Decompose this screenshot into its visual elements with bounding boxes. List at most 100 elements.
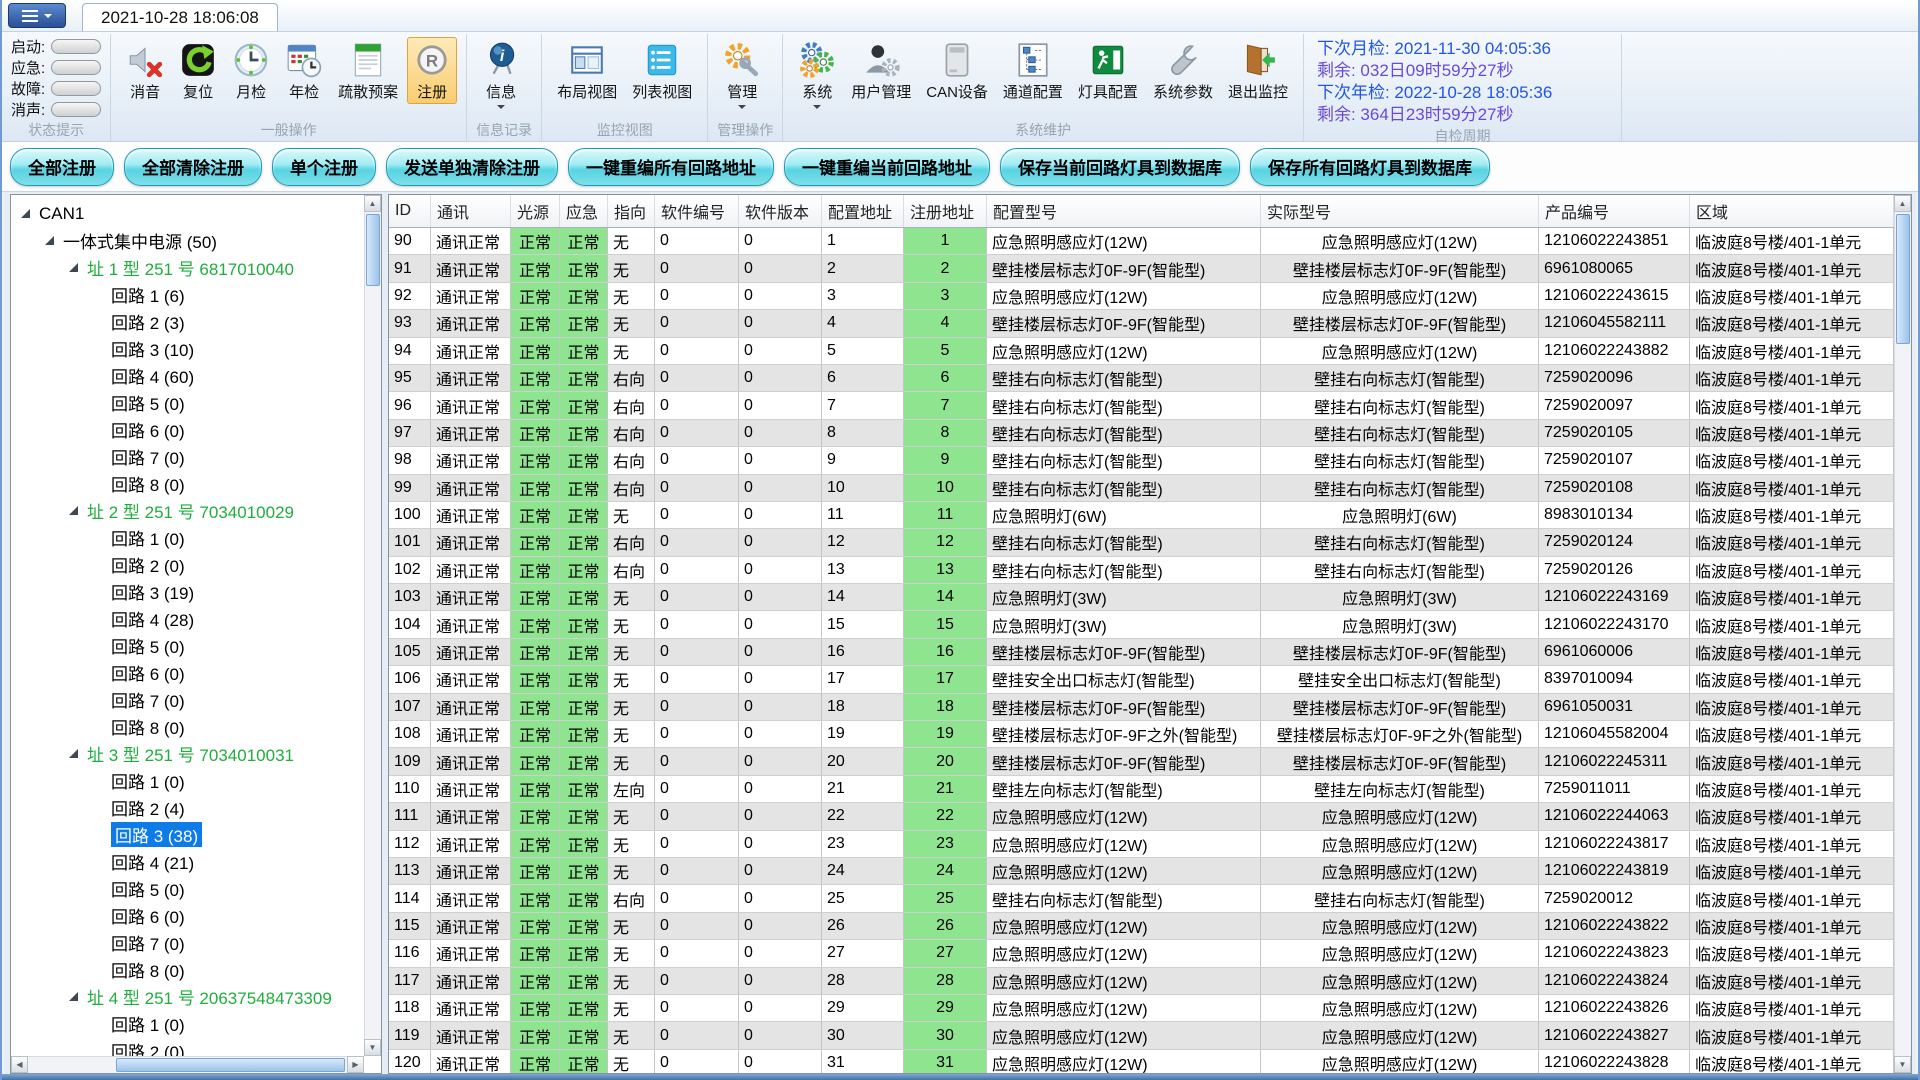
tree-node[interactable]: 回路 5 (0): [11, 389, 364, 416]
column-header-id[interactable]: ID: [389, 195, 431, 227]
table-row[interactable]: 92通讯正常正常正常无0033应急照明感应灯(12W)应急照明感应灯(12W)1…: [389, 283, 1894, 310]
table-row[interactable]: 115通讯正常正常正常无002626应急照明感应灯(12W)应急照明感应灯(12…: [389, 913, 1894, 940]
tree-expand-icon[interactable]: [69, 749, 78, 758]
scroll-up-button[interactable]: ▲: [1894, 195, 1911, 212]
table-row[interactable]: 95通讯正常正常正常右向0066壁挂右向标志灯(智能型)壁挂右向标志灯(智能型)…: [389, 365, 1894, 392]
scroll-down-button[interactable]: ▼: [364, 1039, 381, 1056]
tree-node[interactable]: 址 1 型 251 号 6817010040: [11, 254, 364, 281]
table-row[interactable]: 119通讯正常正常正常无003030应急照明感应灯(12W)应急照明感应灯(12…: [389, 1022, 1894, 1049]
ribbon-item-monthly-check[interactable]: 月检: [226, 37, 276, 104]
column-header-emg[interactable]: 应急: [560, 195, 608, 227]
table-row[interactable]: 96通讯正常正常正常右向0077壁挂右向标志灯(智能型)壁挂右向标志灯(智能型)…: [389, 392, 1894, 419]
tree-node[interactable]: 回路 8 (0): [11, 713, 364, 740]
table-row[interactable]: 105通讯正常正常正常无001616壁挂楼层标志灯0F-9F(智能型)壁挂楼层标…: [389, 639, 1894, 666]
tree-node[interactable]: 址 4 型 251 号 20637548473309: [11, 983, 364, 1010]
tree-node[interactable]: 回路 2 (0): [11, 551, 364, 578]
table-row[interactable]: 117通讯正常正常正常无002828应急照明感应灯(12W)应急照明感应灯(12…: [389, 968, 1894, 995]
tree-node[interactable]: 回路 4 (21): [11, 848, 364, 875]
table-row[interactable]: 91通讯正常正常正常无0022壁挂楼层标志灯0F-9F(智能型)壁挂楼层标志灯0…: [389, 255, 1894, 282]
table-row[interactable]: 111通讯正常正常正常无002222应急照明感应灯(12W)应急照明感应灯(12…: [389, 803, 1894, 830]
ribbon-item-layout-view[interactable]: 布局视图: [551, 37, 623, 104]
table-row[interactable]: 114通讯正常正常正常右向002525壁挂右向标志灯(智能型)壁挂右向标志灯(智…: [389, 885, 1894, 912]
table-row[interactable]: 106通讯正常正常正常无001717壁挂安全出口标志灯(智能型)壁挂安全出口标志…: [389, 666, 1894, 693]
tree-node[interactable]: 回路 3 (19): [11, 578, 364, 605]
table-row[interactable]: 102通讯正常正常正常右向001313壁挂右向标志灯(智能型)壁挂右向标志灯(智…: [389, 557, 1894, 584]
tree-node[interactable]: 址 2 型 251 号 7034010029: [11, 497, 364, 524]
column-header-rega[interactable]: 注册地址: [904, 195, 987, 227]
scroll-left-button[interactable]: ◀: [11, 1056, 28, 1073]
tree-node[interactable]: 回路 2 (4): [11, 794, 364, 821]
ribbon-item-mute-speaker[interactable]: 消音: [120, 37, 170, 104]
table-vertical-scrollbar[interactable]: ▲ ▼: [1894, 195, 1911, 1073]
table-row[interactable]: 113通讯正常正常正常无002424应急照明感应灯(12W)应急照明感应灯(12…: [389, 858, 1894, 885]
table-row[interactable]: 116通讯正常正常正常无002727应急照明感应灯(12W)应急照明感应灯(12…: [389, 940, 1894, 967]
table-row[interactable]: 94通讯正常正常正常无0055应急照明感应灯(12W)应急照明感应灯(12W)1…: [389, 338, 1894, 365]
tree-expand-icon[interactable]: [69, 506, 78, 515]
table-row[interactable]: 103通讯正常正常正常无001414应急照明灯(3W)应急照明灯(3W)1210…: [389, 584, 1894, 611]
table-row[interactable]: 120通讯正常正常正常无003131应急照明感应灯(12W)应急照明感应灯(12…: [389, 1050, 1894, 1073]
tree-node[interactable]: 回路 8 (0): [11, 956, 364, 983]
tree-node[interactable]: 回路 6 (0): [11, 659, 364, 686]
app-menu-button[interactable]: [8, 3, 66, 28]
action-button[interactable]: 保存所有回路灯具到数据库: [1250, 148, 1490, 186]
tree-node[interactable]: 回路 4 (28): [11, 605, 364, 632]
action-button[interactable]: 保存当前回路灯具到数据库: [1000, 148, 1240, 186]
tree-node[interactable]: 回路 5 (0): [11, 632, 364, 659]
ribbon-item-manage[interactable]: 管理: [717, 37, 767, 115]
action-button[interactable]: 发送单独清除注册: [386, 148, 558, 186]
table-row[interactable]: 112通讯正常正常正常无002323应急照明感应灯(12W)应急照明感应灯(12…: [389, 831, 1894, 858]
ribbon-item-lamp-config[interactable]: 灯具配置: [1072, 37, 1144, 104]
table-row[interactable]: 107通讯正常正常正常无001818壁挂楼层标志灯0F-9F(智能型)壁挂楼层标…: [389, 694, 1894, 721]
column-header-swver[interactable]: 软件版本: [739, 195, 822, 227]
column-header-area[interactable]: 区域: [1690, 195, 1894, 227]
action-button[interactable]: 单个注册: [272, 148, 376, 186]
scroll-down-button[interactable]: ▼: [1894, 1056, 1911, 1073]
tree-node[interactable]: 回路 1 (0): [11, 767, 364, 794]
ribbon-item-info[interactable]: i信息: [476, 37, 526, 115]
ribbon-item-reset[interactable]: 复位: [173, 37, 223, 104]
scroll-right-button[interactable]: ▶: [347, 1056, 364, 1073]
column-header-dir[interactable]: 指向: [608, 195, 655, 227]
tree-expand-icon[interactable]: [21, 209, 30, 218]
column-header-comm[interactable]: 通讯: [431, 195, 511, 227]
tree-node[interactable]: CAN1: [11, 200, 364, 227]
tree-expand-icon[interactable]: [69, 263, 78, 272]
tree-expand-icon[interactable]: [45, 236, 54, 245]
tree-node[interactable]: 回路 1 (0): [11, 524, 364, 551]
action-button[interactable]: 一键重编所有回路地址: [568, 148, 774, 186]
tree-node[interactable]: 回路 2 (0): [11, 1037, 364, 1056]
scrollbar-thumb[interactable]: [366, 214, 380, 286]
tree-node[interactable]: 回路 3 (38): [11, 821, 364, 848]
table-row[interactable]: 97通讯正常正常正常右向0088壁挂右向标志灯(智能型)壁挂右向标志灯(智能型)…: [389, 420, 1894, 447]
ribbon-item-list-view[interactable]: 列表视图: [626, 37, 698, 104]
column-header-prod[interactable]: 产品编号: [1539, 195, 1690, 227]
action-button[interactable]: 全部注册: [10, 148, 114, 186]
tree-node[interactable]: 回路 7 (0): [11, 443, 364, 470]
tree-node[interactable]: 回路 1 (0): [11, 1010, 364, 1037]
column-header-actm[interactable]: 实际型号: [1261, 195, 1539, 227]
ribbon-item-evacuation-plan[interactable]: 疏散预案: [332, 37, 404, 104]
table-row[interactable]: 98通讯正常正常正常右向0099壁挂右向标志灯(智能型)壁挂右向标志灯(智能型)…: [389, 447, 1894, 474]
ribbon-item-can-device[interactable]: CAN设备: [920, 37, 994, 104]
table-row[interactable]: 90通讯正常正常正常无0011应急照明感应灯(12W)应急照明感应灯(12W)1…: [389, 228, 1894, 255]
tree-vertical-scrollbar[interactable]: ▲ ▼: [364, 195, 381, 1056]
table-row[interactable]: 99通讯正常正常正常右向001010壁挂右向标志灯(智能型)壁挂右向标志灯(智能…: [389, 475, 1894, 502]
action-button[interactable]: 全部清除注册: [124, 148, 262, 186]
tree-node[interactable]: 回路 8 (0): [11, 470, 364, 497]
tree-node[interactable]: 回路 2 (3): [11, 308, 364, 335]
ribbon-item-system[interactable]: 系统: [792, 37, 842, 115]
table-row[interactable]: 118通讯正常正常正常无002929应急照明感应灯(12W)应急照明感应灯(12…: [389, 995, 1894, 1022]
column-header-cfga[interactable]: 配置地址: [822, 195, 904, 227]
tree-node[interactable]: 址 3 型 251 号 7034010031: [11, 740, 364, 767]
table-row[interactable]: 108通讯正常正常正常无001919壁挂楼层标志灯0F-9F之外(智能型)壁挂楼…: [389, 721, 1894, 748]
ribbon-item-user-manage[interactable]: 用户管理: [845, 37, 917, 104]
tree-node[interactable]: 回路 7 (0): [11, 929, 364, 956]
scrollbar-thumb[interactable]: [1896, 214, 1910, 344]
ribbon-item-exit-monitor[interactable]: 退出监控: [1222, 37, 1294, 104]
table-row[interactable]: 109通讯正常正常正常无002020壁挂楼层标志灯0F-9F(智能型)壁挂楼层标…: [389, 748, 1894, 775]
table-row[interactable]: 101通讯正常正常正常右向001212壁挂右向标志灯(智能型)壁挂右向标志灯(智…: [389, 529, 1894, 556]
scroll-up-button[interactable]: ▲: [364, 195, 381, 212]
tree-node[interactable]: 回路 7 (0): [11, 686, 364, 713]
column-header-src[interactable]: 光源: [511, 195, 560, 227]
ribbon-item-register[interactable]: R注册: [407, 37, 457, 104]
